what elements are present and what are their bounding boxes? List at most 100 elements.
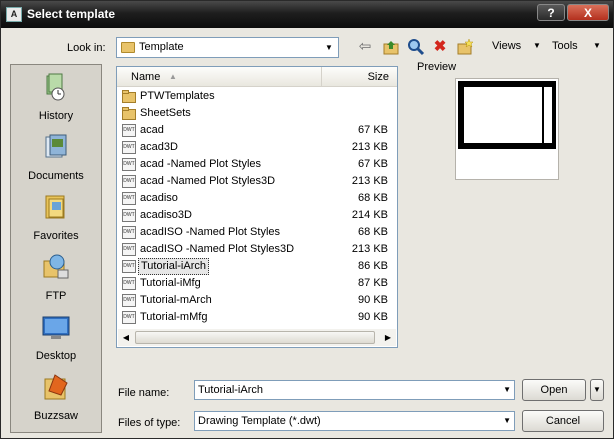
place-ftp[interactable]: FTP — [11, 249, 101, 305]
file-row[interactable]: DWT acadISO -Named Plot Styles 68 KB — [120, 224, 396, 241]
place-buzzsaw[interactable]: Buzzsaw — [11, 369, 101, 425]
file-row[interactable]: DWT acad3D 213 KB — [120, 139, 396, 156]
place-desktop[interactable]: Desktop — [11, 309, 101, 365]
file-row[interactable]: DWT acad -Named Plot Styles 67 KB — [120, 156, 396, 173]
column-size-label: Size — [367, 71, 389, 83]
views-menu[interactable]: Views — [492, 40, 521, 52]
file-name-label: File name: — [118, 387, 170, 399]
documents-icon — [45, 134, 67, 158]
scroll-right-icon[interactable]: ▶ — [381, 331, 395, 344]
delete-icon[interactable]: ✖ — [431, 38, 449, 56]
column-header-size[interactable]: Size — [321, 67, 397, 87]
dwt-file-icon: DWT — [122, 243, 136, 256]
file-list[interactable]: Name ▲ Size PTWTemplates SheetSets DWT acad… — [116, 66, 398, 348]
file-row[interactable]: DWT Tutorial-mMfg 90 KB — [120, 309, 396, 326]
file-name: SheetSets — [140, 107, 191, 119]
close-button[interactable]: X — [567, 4, 609, 21]
chevron-down-icon[interactable]: ▼ — [503, 412, 511, 430]
dwt-file-icon: DWT — [122, 294, 136, 307]
file-size: 87 KB — [358, 277, 388, 289]
scrollbar-thumb[interactable] — [135, 331, 375, 344]
file-row[interactable]: DWT acadISO -Named Plot Styles3D 213 KB — [120, 241, 396, 258]
file-row[interactable]: DWT Tutorial-mArch 90 KB — [120, 292, 396, 309]
dwt-file-icon: DWT — [122, 209, 136, 222]
place-label: Documents — [28, 170, 84, 182]
file-name: Tutorial-iMfg — [140, 277, 201, 289]
horizontal-scrollbar[interactable]: ◀ ▶ — [118, 329, 396, 346]
chevron-down-icon: ▼ — [325, 43, 333, 52]
file-row[interactable]: DWT acadiso 68 KB — [120, 190, 396, 207]
cancel-button[interactable]: Cancel — [522, 410, 604, 432]
place-label: Desktop — [35, 350, 77, 362]
folder-icon — [122, 107, 136, 120]
dwt-file-icon: DWT — [122, 158, 136, 171]
file-type-label: Files of type: — [118, 417, 181, 429]
search-web-icon[interactable] — [407, 38, 425, 56]
dwt-file-icon: DWT — [122, 175, 136, 188]
chevron-down-icon[interactable]: ▼ — [503, 381, 511, 399]
place-documents[interactable]: Documents — [11, 129, 101, 185]
column-name-label: Name — [131, 71, 161, 83]
file-size: 68 KB — [358, 226, 388, 238]
file-size: 86 KB — [358, 260, 388, 272]
file-row[interactable]: DWT acadiso3D 214 KB — [120, 207, 396, 224]
folder-icon — [122, 90, 136, 103]
dwt-file-icon: DWT — [122, 277, 136, 290]
dwt-file-icon: DWT — [122, 124, 136, 137]
file-row[interactable]: DWT Tutorial-iArch 86 KB — [120, 258, 396, 275]
tools-chevron-icon[interactable]: ▼ — [593, 41, 601, 50]
place-history[interactable]: History — [11, 69, 101, 125]
file-row[interactable]: SheetSets — [120, 105, 396, 122]
file-type-value: Drawing Template (*.dwt) — [198, 415, 321, 427]
file-row[interactable]: DWT Tutorial-iMfg 87 KB — [120, 275, 396, 292]
back-icon[interactable]: ⇦ — [356, 38, 374, 56]
file-name: acadiso — [140, 192, 178, 204]
dwt-file-icon: DWT — [122, 141, 136, 154]
file-name: acad — [140, 124, 164, 136]
file-name: acad3D — [140, 141, 178, 153]
file-row[interactable]: PTWTemplates — [120, 88, 396, 105]
dwt-file-icon: DWT — [122, 311, 136, 324]
file-size: 213 KB — [351, 175, 388, 187]
preview-label: Preview — [417, 61, 457, 73]
favorites-icon — [45, 195, 65, 219]
open-button[interactable]: Open — [522, 379, 586, 401]
dwt-file-icon: DWT — [122, 226, 136, 239]
file-type-dropdown[interactable]: Drawing Template (*.dwt) ▼ — [194, 411, 515, 431]
folder-icon — [121, 42, 135, 53]
up-folder-icon[interactable] — [382, 38, 400, 56]
file-row[interactable]: DWT acad -Named Plot Styles3D 213 KB — [120, 173, 396, 190]
place-favorites[interactable]: Favorites — [11, 189, 101, 245]
preview-pane — [455, 78, 559, 180]
places-bar: History Documents Favorites FTP Desktop … — [10, 64, 102, 433]
scroll-left-icon[interactable]: ◀ — [119, 331, 133, 344]
preview-image — [458, 81, 556, 149]
look-in-dropdown[interactable]: Template ▼ — [116, 37, 339, 58]
file-size: 90 KB — [358, 294, 388, 306]
file-name: Tutorial-mArch — [140, 294, 212, 306]
look-in-value: Template — [139, 41, 184, 53]
file-name: acad -Named Plot Styles3D — [140, 175, 276, 187]
file-size: 68 KB — [358, 192, 388, 204]
tools-menu[interactable]: Tools — [552, 40, 578, 52]
file-name: acadISO -Named Plot Styles — [140, 226, 281, 238]
open-options-button[interactable]: ▼ — [590, 379, 604, 401]
place-label: History — [38, 110, 74, 122]
views-chevron-icon[interactable]: ▼ — [533, 41, 541, 50]
column-header-name[interactable]: Name ▲ — [117, 67, 321, 87]
look-in-label: Look in: — [67, 42, 106, 54]
history-icon — [46, 73, 65, 101]
file-name: acadISO -Named Plot Styles3D — [140, 243, 295, 255]
file-name-field[interactable]: Tutorial-iArch ▼ — [194, 380, 515, 400]
ftp-icon — [43, 254, 69, 279]
file-name: Tutorial-mMfg — [140, 311, 208, 323]
new-folder-icon[interactable] — [456, 38, 474, 56]
file-row[interactable]: DWT acad 67 KB — [120, 122, 396, 139]
title-bar: A Select template ? X — [1, 1, 613, 28]
file-name-value: Tutorial-iArch — [198, 384, 263, 396]
file-size: 214 KB — [351, 209, 388, 221]
help-button[interactable]: ? — [537, 4, 565, 21]
window-title: Select template — [27, 7, 116, 21]
dwt-file-icon: DWT — [122, 260, 136, 273]
file-size: 67 KB — [358, 158, 388, 170]
